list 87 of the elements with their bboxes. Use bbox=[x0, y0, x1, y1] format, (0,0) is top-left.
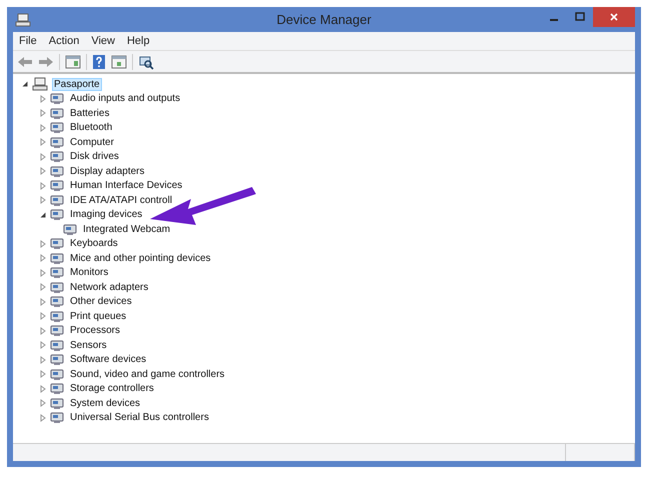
tree-item[interactable]: Other devices bbox=[69, 296, 133, 308]
tree-item[interactable]: Processors bbox=[69, 325, 122, 336]
device-icon bbox=[50, 324, 64, 338]
tree-item[interactable]: Display adapters bbox=[69, 166, 146, 177]
expand-arrow-icon[interactable] bbox=[39, 283, 47, 292]
expand-arrow-icon[interactable] bbox=[39, 124, 47, 132]
expand-arrow-icon[interactable] bbox=[39, 196, 47, 204]
device-icon bbox=[50, 194, 64, 207]
device-icon bbox=[50, 208, 64, 222]
tree-item[interactable]: Human Interface Devices bbox=[69, 180, 184, 192]
tree-item[interactable]: Imaging devices bbox=[69, 209, 144, 220]
device-icon bbox=[50, 353, 64, 366]
tree-item[interactable]: Mice and other pointing devices bbox=[69, 252, 212, 264]
tree-item[interactable]: Audio inputs and outputs bbox=[69, 93, 182, 104]
menu-item[interactable]: Action bbox=[48, 35, 80, 47]
computer-icon bbox=[15, 12, 31, 26]
expand-arrow-icon[interactable] bbox=[39, 152, 47, 161]
expand-arrow-icon[interactable] bbox=[39, 384, 47, 393]
tree-item[interactable]: Monitors bbox=[69, 267, 110, 278]
scan-hardware-icon[interactable] bbox=[138, 54, 154, 70]
menu-item[interactable]: Help bbox=[126, 35, 150, 47]
device-icon bbox=[50, 396, 64, 410]
expand-arrow-icon[interactable] bbox=[39, 399, 47, 408]
device-icon bbox=[50, 164, 64, 178]
tree-item[interactable]: Pasaporte bbox=[53, 78, 101, 90]
close-button[interactable] bbox=[593, 7, 635, 27]
tree-item[interactable]: Universal Serial Bus controllers bbox=[69, 412, 210, 424]
device-icon bbox=[50, 310, 64, 323]
expand-arrow-icon[interactable] bbox=[39, 298, 47, 306]
tree-item[interactable]: Disk drives bbox=[69, 151, 120, 162]
tree-item[interactable]: IDE ATA/ATAPI controll bbox=[69, 194, 174, 206]
tree-item[interactable]: Integrated Webcam bbox=[82, 224, 172, 235]
collapse-arrow-icon[interactable] bbox=[39, 210, 47, 219]
tree-item[interactable]: Sound, video and game controllers bbox=[69, 368, 226, 380]
window-title: Device Manager bbox=[276, 12, 372, 27]
device-icon bbox=[50, 179, 64, 192]
expand-arrow-icon[interactable] bbox=[39, 341, 47, 350]
expand-arrow-icon[interactable] bbox=[39, 109, 47, 118]
properties-icon[interactable] bbox=[65, 54, 81, 68]
computer-icon bbox=[32, 77, 48, 92]
menu-item[interactable]: View bbox=[91, 35, 115, 47]
forward-arrow-icon[interactable] bbox=[38, 54, 54, 68]
expand-arrow-icon[interactable] bbox=[39, 312, 47, 320]
expand-arrow-icon[interactable] bbox=[39, 356, 47, 364]
tree-item[interactable]: Batteries bbox=[69, 108, 110, 119]
tree-item[interactable]: Storage controllers bbox=[69, 383, 155, 394]
device-icon bbox=[63, 222, 77, 236]
minimize-icon bbox=[550, 19, 558, 21]
device-icon bbox=[50, 252, 64, 265]
expand-arrow-icon[interactable] bbox=[39, 326, 47, 335]
tree-item[interactable]: Sensors bbox=[69, 340, 108, 351]
expand-arrow-icon[interactable] bbox=[39, 414, 47, 422]
tree-item[interactable]: Print queues bbox=[69, 310, 128, 322]
device-icon bbox=[50, 295, 64, 308]
maximize-icon bbox=[575, 12, 585, 22]
device-icon bbox=[50, 266, 64, 280]
device-icon bbox=[50, 280, 64, 294]
expand-arrow-icon[interactable] bbox=[39, 94, 47, 103]
expand-arrow-icon[interactable] bbox=[39, 138, 47, 146]
back-arrow-icon[interactable] bbox=[17, 54, 33, 68]
device-icon bbox=[50, 382, 64, 396]
expand-arrow-icon[interactable] bbox=[39, 370, 47, 378]
device-icon bbox=[50, 237, 64, 250]
tree-item[interactable]: System devices bbox=[69, 398, 142, 409]
device-icon bbox=[50, 368, 64, 381]
close-icon bbox=[609, 12, 619, 22]
tree-item[interactable]: Network adapters bbox=[69, 282, 150, 293]
help-icon[interactable] bbox=[92, 54, 106, 70]
expand-arrow-icon[interactable] bbox=[39, 268, 47, 277]
tree-item[interactable]: Keyboards bbox=[69, 238, 119, 250]
device-icon bbox=[50, 411, 64, 424]
tree-item[interactable]: Bluetooth bbox=[69, 122, 114, 134]
device-icon bbox=[50, 338, 64, 352]
tree-item[interactable]: Computer bbox=[69, 136, 115, 148]
window-view-icon[interactable] bbox=[111, 54, 127, 68]
device-icon bbox=[50, 150, 64, 164]
expand-arrow-icon[interactable] bbox=[39, 182, 47, 190]
collapse-arrow-icon[interactable] bbox=[21, 80, 29, 88]
expand-arrow-icon[interactable] bbox=[39, 240, 47, 248]
menu-item[interactable]: File bbox=[19, 35, 37, 47]
tree-item[interactable]: Software devices bbox=[69, 354, 148, 366]
device-icon bbox=[50, 92, 64, 106]
device-icon bbox=[50, 106, 64, 120]
expand-arrow-icon[interactable] bbox=[39, 167, 47, 176]
expand-arrow-icon[interactable] bbox=[39, 254, 47, 262]
device-icon bbox=[50, 121, 64, 134]
device-icon bbox=[50, 136, 64, 149]
